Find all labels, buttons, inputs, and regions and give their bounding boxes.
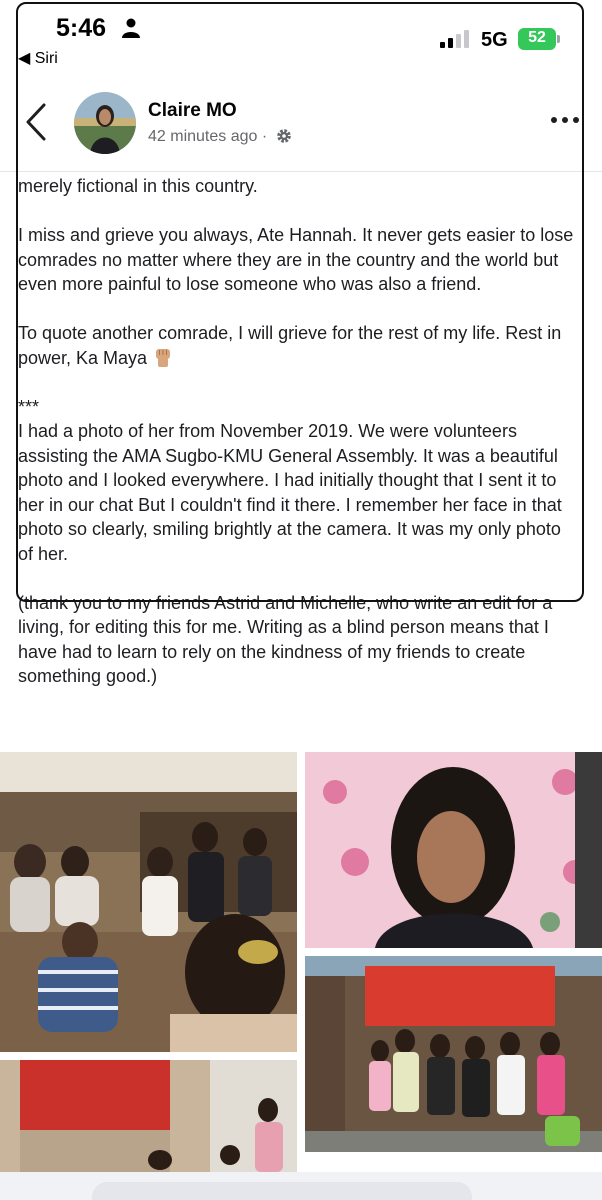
raised-fist-icon bbox=[156, 348, 171, 367]
battery-level: 52 bbox=[528, 29, 546, 46]
battery-indicator: 52 bbox=[518, 28, 560, 50]
back-to-app-link[interactable]: ◀ Siri bbox=[18, 48, 58, 68]
post-meta: 42 minutes ago · bbox=[148, 128, 292, 146]
photo-group-banner[interactable] bbox=[305, 956, 602, 1152]
avatar[interactable] bbox=[74, 92, 136, 154]
gear-icon bbox=[276, 129, 291, 143]
post-header: Claire MO 42 minutes ago · bbox=[0, 80, 602, 172]
post-paragraph: (thank you to my friends Astrid and Mich… bbox=[18, 592, 553, 687]
post-timestamp[interactable]: 42 minutes ago bbox=[148, 128, 257, 145]
status-time: 5:46 bbox=[56, 14, 107, 42]
post-paragraph: *** bbox=[18, 396, 40, 417]
post-body: merely fictional in this country. I miss… bbox=[18, 174, 578, 689]
meta-separator: · bbox=[261, 128, 268, 145]
post-paragraph: I had a photo of her from November 2019.… bbox=[18, 421, 562, 564]
more-dots-icon[interactable] bbox=[548, 110, 582, 130]
network-type: 5G bbox=[481, 29, 508, 51]
post-paragraph-text: To quote another comrade, I will grieve … bbox=[18, 323, 562, 368]
post-paragraph: I miss and grieve you always, Ate Hannah… bbox=[18, 225, 574, 294]
photo-group-meeting[interactable] bbox=[0, 752, 297, 1052]
person-icon bbox=[122, 18, 140, 38]
chevron-left-icon[interactable] bbox=[24, 102, 48, 142]
post-author-name[interactable]: Claire MO bbox=[148, 100, 237, 122]
comment-field[interactable] bbox=[92, 1182, 472, 1200]
post-paragraph: merely fictional in this country. bbox=[18, 176, 258, 196]
photo-volunteers[interactable] bbox=[0, 1060, 297, 1172]
photo-portrait[interactable] bbox=[305, 752, 602, 948]
status-bar: 5:46 ◀ Siri 5G 52 bbox=[0, 0, 602, 72]
post-paragraph: To quote another comrade, I will grieve … bbox=[18, 321, 578, 370]
cellular-signal-icon bbox=[440, 30, 469, 48]
